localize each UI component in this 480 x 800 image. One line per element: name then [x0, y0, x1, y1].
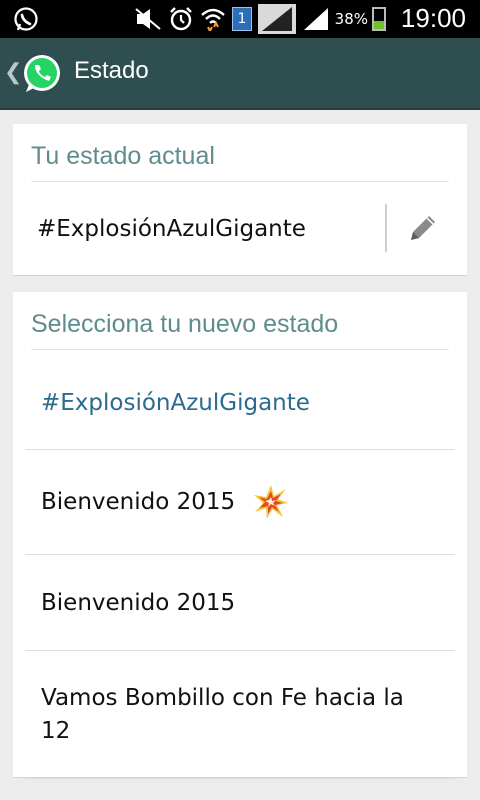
current-status-text: #ExplosiónAzulGigante: [37, 216, 306, 242]
status-option-selected[interactable]: #ExplosiónAzulGigante: [25, 356, 455, 450]
vertical-divider: [385, 204, 387, 252]
signal-sim1-icon: [258, 4, 296, 34]
collision-icon: [254, 485, 289, 519]
status-bar: 1 38% 19:00: [0, 0, 480, 38]
status-option-label: Bienvenido 2015: [41, 489, 236, 515]
current-status-card: Tu estado actual #ExplosiónAzulGigante: [13, 124, 467, 276]
mute-icon: [135, 8, 161, 30]
status-option-label: Vamos Bombillo con Fe hacia la 12: [41, 684, 404, 744]
current-status-header: Tu estado actual: [31, 142, 449, 182]
signal-sim2-icon: [304, 8, 328, 30]
whatsapp-notification-icon: [14, 7, 38, 31]
status-icons: 1: [134, 4, 330, 34]
status-list: #ExplosiónAzulGigante Bienvenido 2015 Bi…: [25, 356, 455, 779]
status-option[interactable]: Bienvenido 2015: [25, 450, 455, 555]
new-status-card: Selecciona tu nuevo estado #ExplosiónAzu…: [13, 292, 467, 779]
battery-icon: [372, 7, 386, 31]
action-bar: ❮ Estado: [0, 38, 480, 110]
page-title: Estado: [74, 57, 149, 84]
sim-badge: 1: [232, 7, 252, 31]
whatsapp-logo-icon[interactable]: [20, 52, 64, 96]
clock: 19:00: [400, 3, 466, 33]
alarm-icon: [170, 7, 192, 31]
status-option[interactable]: Vamos Bombillo con Fe hacia la 12: [25, 651, 455, 779]
battery-percent: 38%: [334, 10, 368, 28]
status-option[interactable]: Bienvenido 2015: [25, 555, 455, 651]
new-status-header: Selecciona tu nuevo estado: [31, 310, 449, 350]
status-option-label: Bienvenido 2015: [41, 589, 236, 616]
status-option-label: #ExplosiónAzulGigante: [41, 389, 310, 416]
edit-pencil-icon[interactable]: [405, 212, 439, 246]
wifi-icon: [201, 8, 225, 31]
